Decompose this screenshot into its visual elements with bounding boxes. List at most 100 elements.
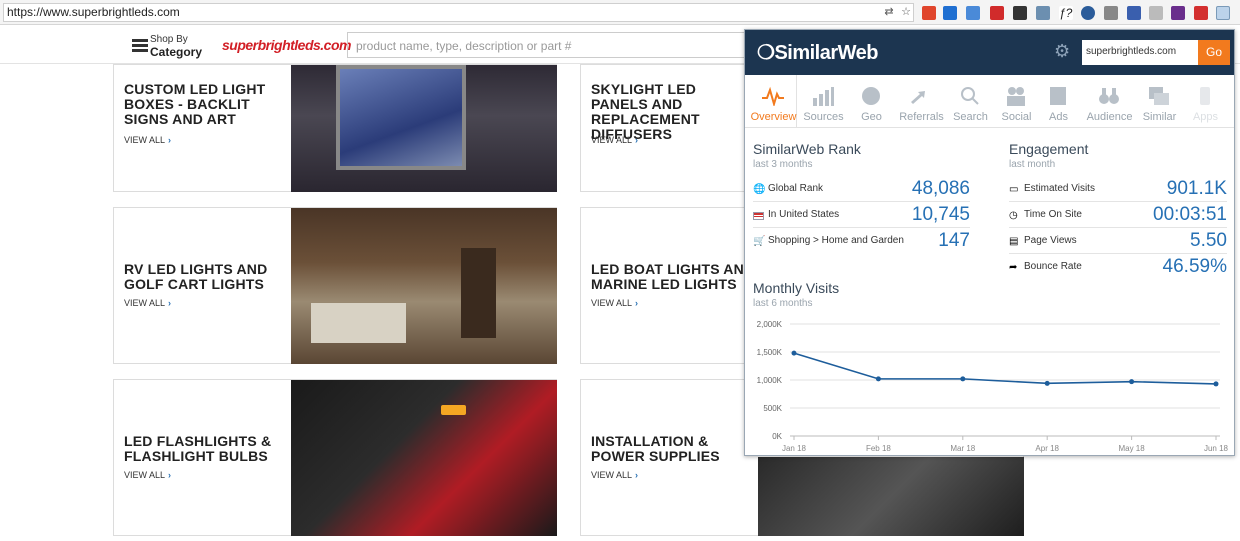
extension-new-icon[interactable]: [943, 6, 957, 20]
row-value: 5.50: [1190, 230, 1227, 251]
row-label: Global Rank: [768, 183, 824, 194]
menu-icon: [132, 39, 148, 52]
tab-label: Audience: [1086, 111, 1133, 123]
pages-icon: ▤: [1009, 236, 1019, 247]
extension-circle-icon[interactable]: [1081, 6, 1095, 20]
monthly-visits-subtitle: last 6 months: [753, 298, 813, 309]
monitor-icon: ▭: [1009, 184, 1019, 195]
tab-label: Referrals: [899, 111, 944, 123]
view-all-link[interactable]: VIEW ALL ›: [124, 298, 171, 308]
y-tick-label: 1,000K: [757, 376, 783, 385]
monthly-visits-chart: 0K 500K 1,000K 1,500K 2,000K Jan 18 Feb 18 Mar …: [757, 320, 1228, 453]
extension-dark-icon[interactable]: [1013, 6, 1027, 20]
flashlight-glow: [441, 405, 466, 415]
similarweb-nav: Overview Sources Geo Referrals Search So…: [745, 75, 1234, 128]
row-value: 147: [938, 230, 970, 251]
extension-pdf-icon[interactable]: [1194, 6, 1208, 20]
tab-label: Overview: [750, 111, 797, 123]
rv-interior-photo: [291, 208, 557, 364]
site-logo[interactable]: superbrightleds.com: [222, 37, 351, 53]
phone-icon: [1200, 87, 1210, 105]
similarweb-header: ❍SimilarWeb ⚙ superbrightleds.com Go: [745, 30, 1234, 75]
category-card[interactable]: CUSTOM LED LIGHT BOXES - BACKLIT SIGNS A…: [113, 64, 557, 192]
page-views-row: ▤ Page Views 5.50: [1009, 228, 1227, 254]
data-point: [875, 376, 881, 382]
counter-shape: [311, 303, 406, 343]
extension-blue-icon[interactable]: [966, 6, 980, 20]
tab-label: Geo: [861, 111, 882, 123]
tab-similar[interactable]: Similar: [1136, 75, 1183, 128]
category-card[interactable]: RV LED LIGHTS AND GOLF CART LIGHTS VIEW …: [113, 207, 557, 364]
card-title: CUSTOM LED LIGHT BOXES - BACKLIT SIGNS A…: [124, 81, 266, 127]
bounce-rate-row: ➦ Bounce Rate 46.59%: [1009, 254, 1227, 280]
row-label: Time On Site: [1024, 209, 1082, 220]
tab-audience[interactable]: Audience: [1086, 75, 1133, 128]
browser-toolbar: https://www.superbrightleds.com ⇄ ☆ ƒ?: [0, 0, 1240, 25]
extension-shield-icon[interactable]: [922, 6, 936, 20]
view-all-link[interactable]: VIEW ALL ›: [124, 470, 171, 480]
series-line: [793, 352, 1217, 385]
gear-icon[interactable]: ⚙: [1054, 42, 1072, 60]
go-button[interactable]: Go: [1198, 40, 1230, 65]
row-label: In United States: [768, 209, 840, 220]
tab-referrals[interactable]: Referrals: [898, 75, 945, 128]
power-supply-photo: [758, 457, 1024, 536]
tab-ads[interactable]: Ads: [1035, 75, 1082, 128]
extension-gray-icon[interactable]: [1036, 6, 1050, 20]
extension-purple-icon[interactable]: [1171, 6, 1185, 20]
x-tick-label: Apr 18: [1035, 444, 1059, 453]
tab-sources[interactable]: Sources: [800, 75, 847, 128]
extension-v-icon[interactable]: [1127, 6, 1141, 20]
y-tick-label: 500K: [763, 404, 782, 413]
domain-input[interactable]: superbrightleds.com: [1082, 40, 1198, 65]
similarweb-logo-icon: ❍: [757, 42, 775, 64]
data-point: [1213, 381, 1219, 387]
fx-icon[interactable]: ƒ?: [1059, 6, 1073, 20]
category-card[interactable]: LED FLASHLIGHTS & FLASHLIGHT BULBS VIEW …: [113, 379, 557, 536]
estimated-visits-row: ▭ Estimated Visits 901.1K: [1009, 176, 1227, 202]
card-title: LED FLASHLIGHTS & FLASHLIGHT BULBS: [124, 433, 272, 464]
extension-red-icon[interactable]: [990, 6, 1004, 20]
y-tick-label: 2,000K: [757, 320, 783, 329]
url-text: https://www.superbrightleds.com: [7, 5, 180, 19]
x-tick-label: Jan 18: [782, 444, 807, 453]
search-icon: [961, 87, 979, 105]
similarweb-logo: ❍SimilarWeb: [757, 42, 878, 64]
shop-by-category-button[interactable]: Shop By Category ⌄: [125, 33, 210, 73]
row-label: Estimated Visits: [1024, 183, 1095, 194]
row-label: Bounce Rate: [1024, 261, 1082, 272]
engagement-title: Engagement: [1009, 141, 1089, 157]
view-all-link[interactable]: VIEW ALL ›: [591, 135, 638, 145]
data-point: [960, 376, 966, 382]
tab-label: Ads: [1049, 111, 1068, 123]
tab-geo[interactable]: Geo: [848, 75, 895, 128]
bookmark-star-icon[interactable]: ☆: [900, 6, 912, 18]
translate-icon[interactable]: ⇄: [883, 6, 895, 18]
card-title: LED BOAT LIGHTS AND MARINE LED LIGHTS: [591, 261, 755, 292]
tab-label: Social: [1001, 111, 1032, 123]
view-all-link[interactable]: VIEW ALL ›: [591, 470, 638, 480]
row-value: 901.1K: [1166, 178, 1227, 199]
rank-title: SimilarWeb Rank: [753, 141, 861, 157]
site-search-input[interactable]: product name, type, description or part …: [347, 32, 747, 58]
view-all-link[interactable]: VIEW ALL ›: [591, 298, 638, 308]
view-all-link[interactable]: VIEW ALL ›: [124, 135, 171, 145]
tab-social[interactable]: Social: [993, 75, 1040, 128]
data-point: [791, 350, 797, 356]
x-tick-label: Jun 18: [1204, 444, 1228, 453]
row-label[interactable]: Shopping > Home and Garden: [768, 235, 904, 246]
tab-search[interactable]: Search: [947, 75, 994, 128]
framed-sign-image: [336, 65, 466, 170]
cart-icon: 🛒: [753, 236, 766, 247]
card-title: RV LED LIGHTS AND GOLF CART LIGHTS: [124, 261, 268, 292]
tab-apps[interactable]: Apps: [1182, 75, 1229, 128]
address-bar[interactable]: https://www.superbrightleds.com ⇄ ☆: [3, 3, 914, 22]
extension-bucket-icon[interactable]: [1104, 6, 1118, 20]
extension-check-icon[interactable]: [1149, 6, 1163, 20]
arrows-icon: [911, 91, 925, 104]
similarweb-extension-icon[interactable]: [1216, 6, 1230, 20]
time-on-site-row: ◷ Time On Site 00:03:51: [1009, 202, 1227, 228]
row-value: 00:03:51: [1153, 204, 1227, 225]
rank-subtitle: last 3 months: [753, 159, 813, 170]
tab-overview[interactable]: Overview: [750, 75, 797, 128]
